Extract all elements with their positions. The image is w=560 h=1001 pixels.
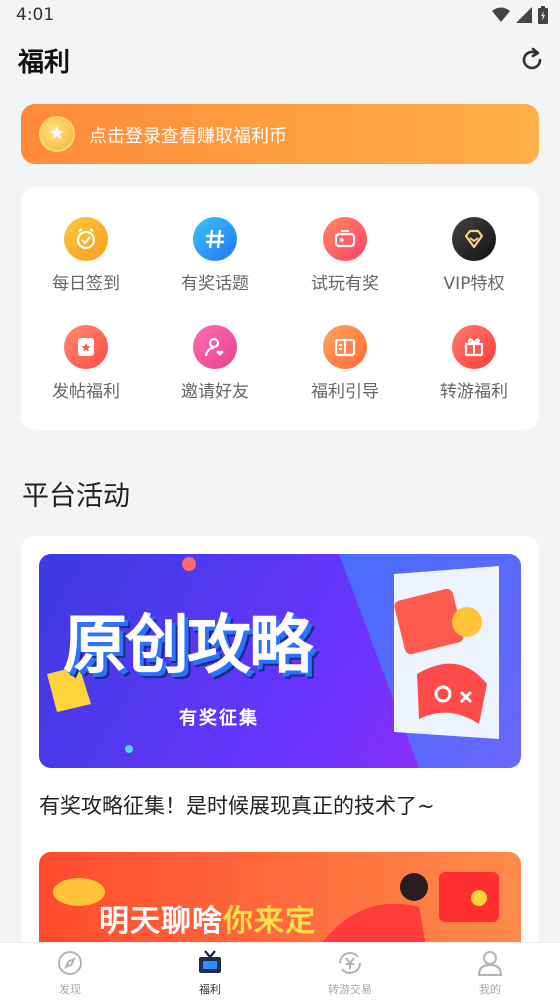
status-icons <box>492 6 548 24</box>
battery-icon <box>538 6 548 24</box>
grid-item-daily-checkin[interactable]: 每日签到 <box>31 217 141 307</box>
grid-item-transfer-reward[interactable]: 转游福利 <box>419 325 529 415</box>
status-bar: 4:01 <box>0 0 560 30</box>
banner-slogan: 明天聊啥你来定 <box>99 896 316 940</box>
clock-check-icon <box>64 217 108 261</box>
grid-label: 转游福利 <box>440 382 508 402</box>
status-time: 4:01 <box>16 5 55 25</box>
tab-label: 福利 <box>199 983 221 996</box>
grid-label: 试玩有奖 <box>311 274 379 294</box>
diamond-icon <box>452 217 496 261</box>
signal-icon <box>516 7 532 23</box>
grid-label: 福利引导 <box>311 382 379 402</box>
grid-item-post-reward[interactable]: 发帖福利 <box>31 325 141 415</box>
banner-slogan-b: 你来定 <box>223 904 316 939</box>
login-banner-text: 点击登录查看赚取福利币 <box>89 126 287 147</box>
tab-transfer-trade[interactable]: 转游交易 <box>280 943 420 1001</box>
compass-icon <box>58 951 82 975</box>
tab-label: 转游交易 <box>328 983 372 996</box>
grid-label: 有奖话题 <box>181 274 249 294</box>
book-icon <box>323 325 367 369</box>
banner-slogan: 原创攻略 <box>63 609 313 683</box>
tab-welfare[interactable]: 福利 <box>140 943 280 1001</box>
bottom-tab-bar: 发现 福利 转游交易 我的 <box>0 942 560 1001</box>
activity-banner-guide-contest[interactable]: 原创攻略 有奖征集 <box>39 554 521 768</box>
gamepad-icon <box>323 217 367 261</box>
welfare-grid: 每日签到 有奖话题 试玩有奖 VIP特权 发帖福利 邀请好友 福利引导 转游福利 <box>21 187 539 430</box>
banner-subtitle: 有奖征集 <box>179 708 259 729</box>
login-banner[interactable]: ★ 点击登录查看赚取福利币 <box>21 104 539 164</box>
gift-box-icon <box>199 950 221 973</box>
activity-banner-topic-vote[interactable]: 明天聊啥你来定 <box>39 852 521 956</box>
grid-label: VIP特权 <box>443 274 505 294</box>
tab-label: 我的 <box>479 983 501 996</box>
wifi-icon <box>492 7 510 22</box>
grid-label: 邀请好友 <box>181 382 249 402</box>
grid-item-welfare-guide[interactable]: 福利引导 <box>290 325 400 415</box>
coin-icon: ★ <box>39 116 75 152</box>
refresh-icon[interactable] <box>518 46 546 74</box>
post-star-icon <box>64 325 108 369</box>
activity-caption[interactable]: 有奖攻略征集！是时候展现真正的技术了~ <box>39 790 435 820</box>
tab-mine[interactable]: 我的 <box>420 943 560 1001</box>
tab-discover[interactable]: 发现 <box>0 943 140 1001</box>
hashtag-icon <box>193 217 237 261</box>
gift-icon <box>452 325 496 369</box>
grid-item-trial-reward[interactable]: 试玩有奖 <box>290 217 400 307</box>
section-title: 平台活动 <box>22 481 130 512</box>
exchange-yen-icon <box>339 952 361 974</box>
grid-item-invite-friends[interactable]: 邀请好友 <box>160 325 270 415</box>
grid-label: 发帖福利 <box>52 382 120 402</box>
invite-user-icon <box>193 325 237 369</box>
app-header: 福利 <box>0 30 560 92</box>
activity-card: 原创攻略 有奖征集 有奖攻略征集！是时候展现真正的技术了~ 明天聊啥你来定 <box>21 536 539 956</box>
grid-item-vip[interactable]: VIP特权 <box>419 217 529 307</box>
banner-slogan-a: 明天聊啥 <box>99 904 223 939</box>
user-icon <box>477 951 503 976</box>
page-title: 福利 <box>18 48 71 78</box>
grid-item-reward-topics[interactable]: 有奖话题 <box>160 217 270 307</box>
grid-label: 每日签到 <box>52 274 120 294</box>
tab-label: 发现 <box>59 983 81 996</box>
